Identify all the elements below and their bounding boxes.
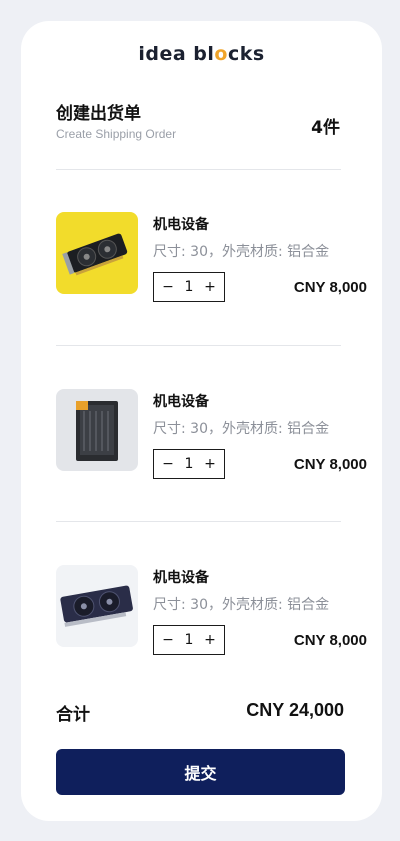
quantity-stepper: − 1 + <box>153 272 225 302</box>
logo-text-end: cks <box>227 43 265 65</box>
order-item: 机电设备 尺寸: 30，外壳材质: 铝合金 − 1 + CNY 8,000 <box>56 212 367 312</box>
logo-accent-letter: o <box>214 43 228 65</box>
increment-button[interactable]: + <box>204 279 216 295</box>
page-subtitle: Create Shipping Order <box>56 127 177 141</box>
item-spec: 尺寸: 30，外壳材质: 铝合金 <box>153 244 330 260</box>
increment-button[interactable]: + <box>204 632 216 648</box>
item-name: 机电设备 <box>153 394 209 410</box>
quantity-value: 1 <box>184 632 194 648</box>
graphics-card-icon <box>56 565 138 647</box>
item-name: 机电设备 <box>153 217 209 233</box>
quantity-stepper: − 1 + <box>153 625 225 655</box>
total-value: CNY 24,000 <box>246 700 344 720</box>
submit-button[interactable]: 提交 <box>56 749 345 795</box>
item-spec: 尺寸: 30，外壳材质: 铝合金 <box>153 421 330 437</box>
page-title: 创建出货单 <box>56 104 141 124</box>
item-price: CNY 8,000 <box>293 279 367 296</box>
increment-button[interactable]: + <box>204 456 216 472</box>
shipping-order-card: idea blocks 创建出货单 Create Shipping Order … <box>21 21 382 821</box>
quantity-value: 1 <box>184 456 194 472</box>
divider <box>56 345 341 346</box>
item-count: 4件 <box>311 118 340 138</box>
decrement-button[interactable]: − <box>162 279 174 295</box>
decrement-button[interactable]: − <box>162 632 174 648</box>
item-spec: 尺寸: 30，外壳材质: 铝合金 <box>153 597 330 613</box>
logo-text-start: idea bl <box>138 43 215 65</box>
item-price: CNY 8,000 <box>293 456 367 473</box>
order-item: 机电设备 尺寸: 30，外壳材质: 铝合金 − 1 + CNY 8,000 <box>56 565 367 665</box>
divider <box>56 521 341 522</box>
quantity-stepper: − 1 + <box>153 449 225 479</box>
total-label: 合计 <box>56 705 90 725</box>
decrement-button[interactable]: − <box>162 456 174 472</box>
pc-case-icon <box>56 389 138 471</box>
item-price: CNY 8,000 <box>293 632 367 649</box>
graphics-card-icon <box>56 212 138 294</box>
brand-logo: idea blocks <box>21 43 382 65</box>
item-name: 机电设备 <box>153 570 209 586</box>
order-item: 机电设备 尺寸: 30，外壳材质: 铝合金 − 1 + CNY 8,000 <box>56 389 367 489</box>
divider <box>56 169 341 170</box>
quantity-value: 1 <box>184 279 194 295</box>
